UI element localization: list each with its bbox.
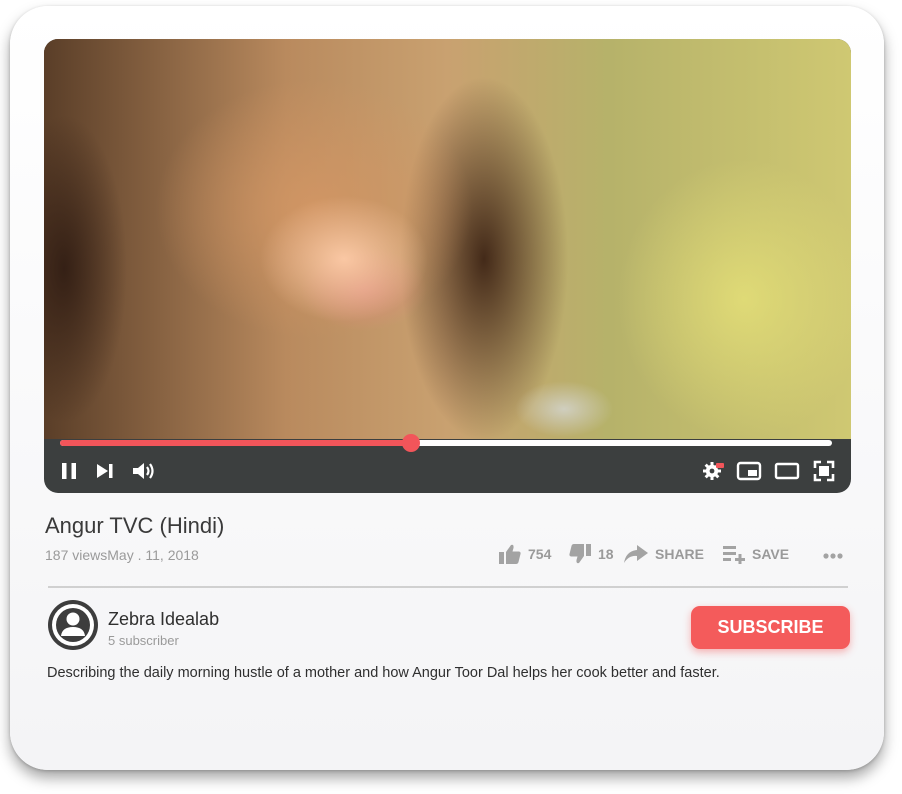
user-avatar-icon [52,604,94,646]
save-button[interactable]: SAVE [722,541,789,567]
dislike-count: 18 [598,546,614,562]
like-count: 754 [528,546,552,562]
video-player[interactable] [44,39,851,493]
progress-bar[interactable] [60,434,832,452]
channel-name[interactable]: Zebra Idealab [108,609,219,630]
dislike-button[interactable]: 18 [568,541,614,567]
miniplayer-icon[interactable] [736,459,762,483]
skip-next-icon[interactable] [92,459,118,483]
divider [48,586,848,588]
playlist-add-icon [723,546,745,564]
pause-icon[interactable] [56,459,82,483]
video-description: Describing the daily morning hustle of a… [47,665,720,681]
share-button[interactable]: SHARE [623,541,704,567]
subscriber-count: 5 subscriber [108,633,179,648]
video-title: Angur TVC (Hindi) [45,513,225,538]
settings-gear-icon[interactable] [700,459,726,483]
progress-played [60,440,412,446]
subscribe-button[interactable]: SUBSCRIBE [691,606,850,649]
share-label: SHARE [655,546,705,562]
video-card: Angur TVC (Hindi) 187 viewsMay . 11, 201… [10,6,884,770]
channel-avatar[interactable] [48,600,98,650]
like-button[interactable]: 754 [498,541,551,567]
thumbs-down-icon [569,544,591,564]
more-horizontal-icon [823,553,843,559]
share-arrow-icon [624,545,648,563]
save-label: SAVE [752,546,790,562]
theater-mode-icon[interactable] [774,459,800,483]
upload-date: May . 11, 2018 [107,547,199,563]
player-controls [44,449,851,493]
video-frame[interactable] [44,39,851,439]
volume-icon[interactable] [129,459,159,483]
fullscreen-icon[interactable] [811,459,837,483]
view-count: 187 views [45,547,108,563]
more-options-button[interactable] [822,541,844,567]
video-meta: 187 viewsMay . 11, 2018 [45,547,199,563]
thumbs-up-icon [499,544,521,564]
